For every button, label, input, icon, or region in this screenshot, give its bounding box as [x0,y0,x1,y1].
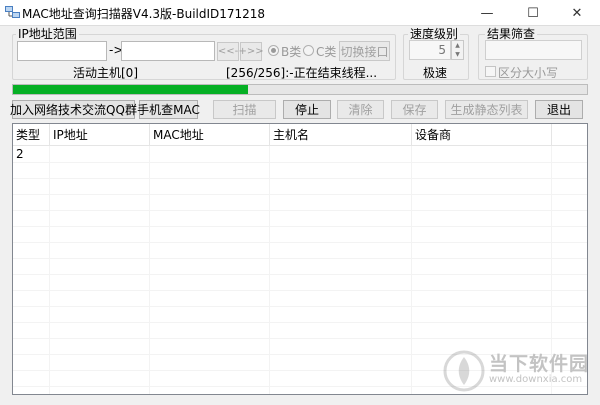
window-title: MAC地址查询扫描器V4.3版-BuildID171218 [22,7,266,21]
grid-line [13,242,587,243]
column-header-type[interactable]: 类型 [13,124,50,146]
grid-line [13,210,587,211]
grid-line [13,338,587,339]
class-b-label: B类 [281,45,302,59]
grid-line [13,274,587,275]
column-header-ip[interactable]: IP地址 [50,124,150,146]
close-button[interactable]: ✕ [554,0,600,26]
speed-spinner[interactable]: ▲ ▼ [451,40,464,60]
filter-input[interactable] [485,40,582,60]
progress-fill [13,85,249,94]
speed-level-text: 极速 [423,66,448,80]
scan-progress-bar [12,84,588,95]
grid-line [13,386,587,387]
grid-line [13,322,587,323]
watermark-url: www.downxia.com [489,374,583,385]
minimize-button[interactable]: — [464,0,510,26]
scan-status-text: [256/256]:-正在结束线程... [226,66,378,80]
join-qq-group-button[interactable]: 加入网络技术交流QQ群 [10,100,137,119]
end-ip-input[interactable] [121,41,215,61]
stop-button[interactable]: 停止 [283,100,331,119]
column-header-hostname[interactable]: 主机名 [270,124,412,146]
class-c-label: C类 [316,45,337,59]
grid-line [13,194,587,195]
grid-line [13,226,587,227]
filter-group-title: 结果筛查 [485,27,538,41]
save-button[interactable]: 保存 [391,100,438,119]
spin-down-icon[interactable]: ▼ [452,50,463,59]
column-header-vendor[interactable]: 设备商 [412,124,552,146]
next-range-button[interactable]: +>> [238,42,264,61]
network-app-icon [5,6,20,18]
grid-line [411,146,412,394]
grid-line [13,162,587,163]
clear-button[interactable]: 清除 [337,100,384,119]
class-c-radio[interactable] [303,45,314,56]
grid-line [269,146,270,394]
grid-line [13,306,587,307]
scan-button[interactable]: 扫描 [213,100,276,119]
case-sensitive-checkbox[interactable] [485,66,496,77]
table-header: 类型 IP地址 MAC地址 主机名 设备商 [13,124,587,146]
watermark-logo [443,350,485,392]
grid-line [149,146,150,394]
class-b-radio[interactable] [268,45,279,56]
title-bar: MAC地址查询扫描器V4.3版-BuildID171218 — ☐ ✕ [0,0,600,26]
start-ip-input[interactable] [17,41,107,61]
watermark-text: 当下软件园 [489,353,590,375]
maximize-button[interactable]: ☐ [510,0,556,26]
generate-static-list-button[interactable]: 生成静态列表 [445,100,528,119]
speed-value-field[interactable]: 5 [409,40,451,60]
grid-line [49,146,50,394]
ip-range-group-title: IP地址范围 [16,27,79,41]
active-hosts-label: 活动主机[0] [73,66,138,80]
column-header-mac[interactable]: MAC地址 [150,124,270,146]
phone-mac-button[interactable]: 手机查MAC [137,100,200,119]
table-cell-type[interactable]: 2 [13,146,50,162]
speed-group-title: 速度级别 [408,27,461,41]
grid-line [13,258,587,259]
spin-up-icon[interactable]: ▲ [452,41,463,50]
grid-line [13,178,587,179]
case-sensitive-label: 区分大小写 [498,66,559,80]
grid-line [13,290,587,291]
exit-button[interactable]: 退出 [535,100,583,119]
prev-range-button[interactable]: <<- [217,42,239,61]
switch-nic-button[interactable]: 切换接口 [339,41,390,61]
